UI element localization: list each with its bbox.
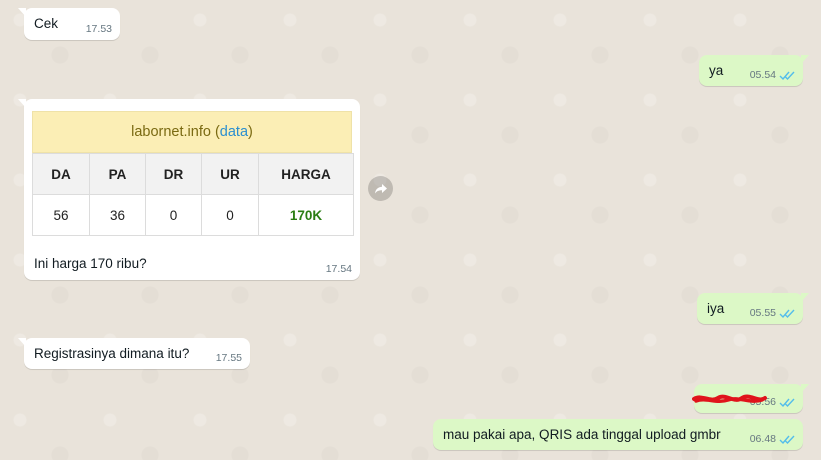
message-text: mau pakai apa, QRIS ada tinggal upload g… (443, 427, 721, 442)
header-harga: HARGA (258, 153, 354, 195)
message-meta: 05.55 (750, 307, 795, 319)
paren-close: ) (248, 124, 253, 140)
message-time: 17.53 (85, 23, 112, 35)
message-text: Ini harga 170 ribu? (34, 256, 147, 271)
link-preview-site: labornet.info (131, 124, 211, 140)
message-text: ya (709, 63, 724, 78)
message-outgoing[interactable]: iya 05.55 (697, 293, 809, 324)
double-check-read-icon (779, 309, 795, 318)
value-dr: 0 (145, 194, 202, 236)
message-outgoing[interactable]: mau pakai apa, QRIS ada tinggal upload g… (433, 419, 803, 450)
value-harga: 170K (258, 194, 354, 236)
message-meta: 17.53 (86, 23, 112, 35)
message-outgoing[interactable]: ya 05.54 (699, 55, 809, 86)
message-time: 17.54 (325, 263, 352, 275)
metrics-value-row: 56 36 0 0 170K (32, 194, 354, 236)
double-check-read-icon (779, 398, 795, 407)
metrics-table: DA PA DR UR HARGA 56 36 0 0 170K (32, 153, 354, 236)
double-check-read-icon (779, 435, 795, 444)
message-time: 05.55 (749, 307, 776, 319)
message-meta: 17.55 (216, 352, 242, 364)
message-text: Registrasinya dimana itu? (34, 346, 190, 361)
value-da: 56 (32, 194, 90, 236)
header-pa: PA (89, 153, 146, 195)
message-incoming-link-preview[interactable]: labornet.info (data) DA PA DR UR HARGA 5… (18, 99, 360, 280)
forward-arrow-icon (374, 183, 387, 193)
message-text: Cek (34, 16, 59, 31)
message-meta: 06.48 (750, 433, 795, 445)
message-incoming[interactable]: Registrasinya dimana itu? 17.55 (18, 338, 250, 369)
value-pa: 36 (89, 194, 146, 236)
message-time: 06.48 (749, 433, 776, 445)
link-preview-card[interactable]: labornet.info (data) DA PA DR UR HARGA 5… (32, 111, 354, 236)
header-ur: UR (201, 153, 259, 195)
header-dr: DR (145, 153, 202, 195)
data-link[interactable]: data (220, 124, 248, 140)
message-time: 17.55 (215, 352, 242, 364)
message-time: 05.54 (749, 69, 776, 81)
message-meta: 17.54 (326, 263, 352, 275)
double-check-read-icon (779, 71, 795, 80)
message-meta: 05.54 (750, 69, 795, 81)
metrics-header-row: DA PA DR UR HARGA (32, 153, 354, 195)
message-text: iya (707, 301, 725, 316)
message-incoming[interactable]: Cek 17.53 (18, 8, 120, 40)
header-da: DA (32, 153, 90, 195)
link-preview-header[interactable]: labornet.info (data) (32, 111, 352, 153)
forward-button[interactable] (368, 176, 393, 201)
redaction-scribble (692, 394, 767, 404)
value-ur: 0 (201, 194, 259, 236)
